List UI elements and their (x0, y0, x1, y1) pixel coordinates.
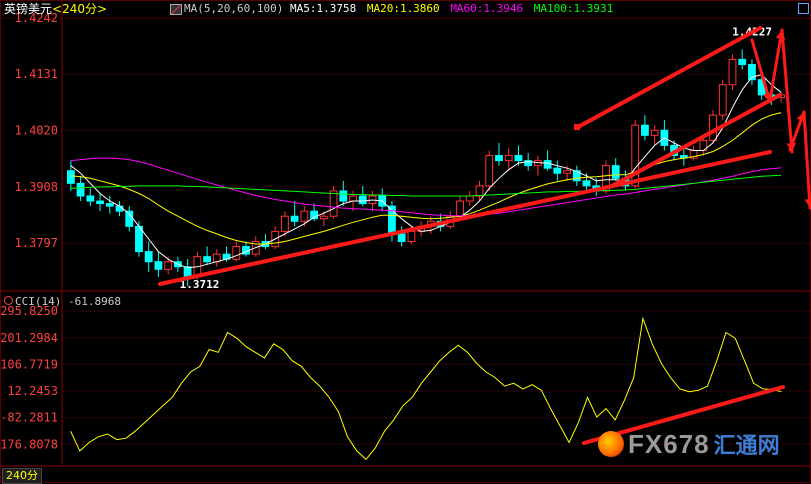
candle-body (738, 58, 747, 66)
symbol-label: 英镑美元 (4, 2, 53, 16)
price-tick-label: 1.3908 (15, 180, 58, 194)
arrow-down-3-head (804, 199, 811, 208)
anchor-marker (574, 124, 580, 130)
candle-body (465, 195, 474, 202)
candle-body (319, 215, 328, 220)
candle-body (475, 185, 484, 197)
candle-body (154, 261, 163, 270)
chart-header: 英镑美元<240分> (4, 2, 107, 16)
candle-body (115, 205, 124, 212)
chart-window: 1.4242 1.4131 1.4020 1.3908 1.3797 295.8250 20… (0, 0, 811, 484)
price-tick-label: 1.4020 (15, 123, 58, 137)
watermark: FX678 汇通网 (598, 428, 780, 460)
price-tick-label: 1.3797 (15, 236, 58, 250)
candle-body (339, 190, 348, 202)
candle-body (611, 165, 620, 179)
ma-prefix-label: MA(5,20,60,100) (184, 2, 284, 15)
ma20-label: MA20:1.3860 (366, 2, 440, 15)
ma5-label: MA5:1.3758 (289, 2, 357, 15)
candle-body (144, 251, 153, 263)
cci-tick-label: 106.7719 (0, 357, 58, 371)
candle-body (407, 230, 416, 243)
candle-body (543, 160, 552, 169)
candle-body (504, 155, 513, 162)
watermark-cn: 汇通网 (713, 434, 780, 459)
candle-body (641, 124, 649, 136)
candle-body (164, 261, 173, 270)
candle-body (232, 246, 241, 260)
cci-tick-label: 201.2984 (0, 331, 58, 345)
candle-body (358, 195, 367, 205)
candle-body (456, 200, 464, 217)
watermark-logo-icon (598, 431, 624, 457)
candle-body (203, 256, 211, 263)
candle-body (105, 203, 114, 207)
candle-body (86, 195, 95, 202)
cci-tick-label: 12.2453 (7, 384, 58, 398)
candle-body (66, 170, 75, 184)
support-trendline (158, 150, 772, 286)
candle-body (96, 200, 104, 205)
cci-header: CCI(14) -61.8968 (4, 295, 121, 309)
candle-body (582, 180, 591, 187)
period-tab[interactable]: 240分 (2, 468, 42, 484)
arrow-up-1 (768, 28, 784, 102)
arrow-down-2 (780, 28, 794, 154)
arrow-down-3 (802, 110, 811, 210)
candle-body (718, 84, 727, 116)
ma-legend: MA(5,20,60,100) MA5:1.3758 MA20:1.3860 M… (170, 2, 613, 16)
candle-body (514, 155, 523, 162)
cci-tick-label: -82.2811 (0, 411, 58, 425)
ma-legend-icon (170, 3, 182, 15)
price-tick-label: 1.4131 (15, 67, 58, 81)
chart-canvas: 1.42421.41311.40201.39081.3797295.825020… (0, 0, 811, 483)
candle-body (495, 155, 503, 162)
ma100-label: MA100:1.3931 (533, 2, 614, 15)
ma60-label: MA60:1.3946 (450, 2, 524, 15)
candle-body (349, 195, 357, 202)
candle-body (650, 129, 659, 136)
candle-body (397, 233, 406, 243)
candle-body (281, 215, 289, 232)
ma-line-ma20 (70, 112, 782, 245)
candle-body (728, 58, 737, 86)
ma-line-ma100 (70, 174, 782, 197)
candle-body (329, 190, 338, 217)
candle-body (485, 155, 494, 187)
cci-settings-icon[interactable] (4, 296, 13, 305)
candle-body (553, 167, 562, 174)
period-label: <240分> (52, 2, 108, 16)
watermark-brand: FX678 (628, 428, 710, 459)
window-restore-icon[interactable] (798, 3, 809, 14)
candle-body (563, 170, 571, 174)
candle-body (290, 215, 299, 222)
candle-body (76, 182, 85, 197)
cci-legend-label: CCI(14) -61.8968 (15, 295, 121, 308)
cci-tick-label: -176.8078 (0, 437, 58, 451)
candle-body (183, 266, 192, 278)
candle-body (300, 210, 309, 222)
